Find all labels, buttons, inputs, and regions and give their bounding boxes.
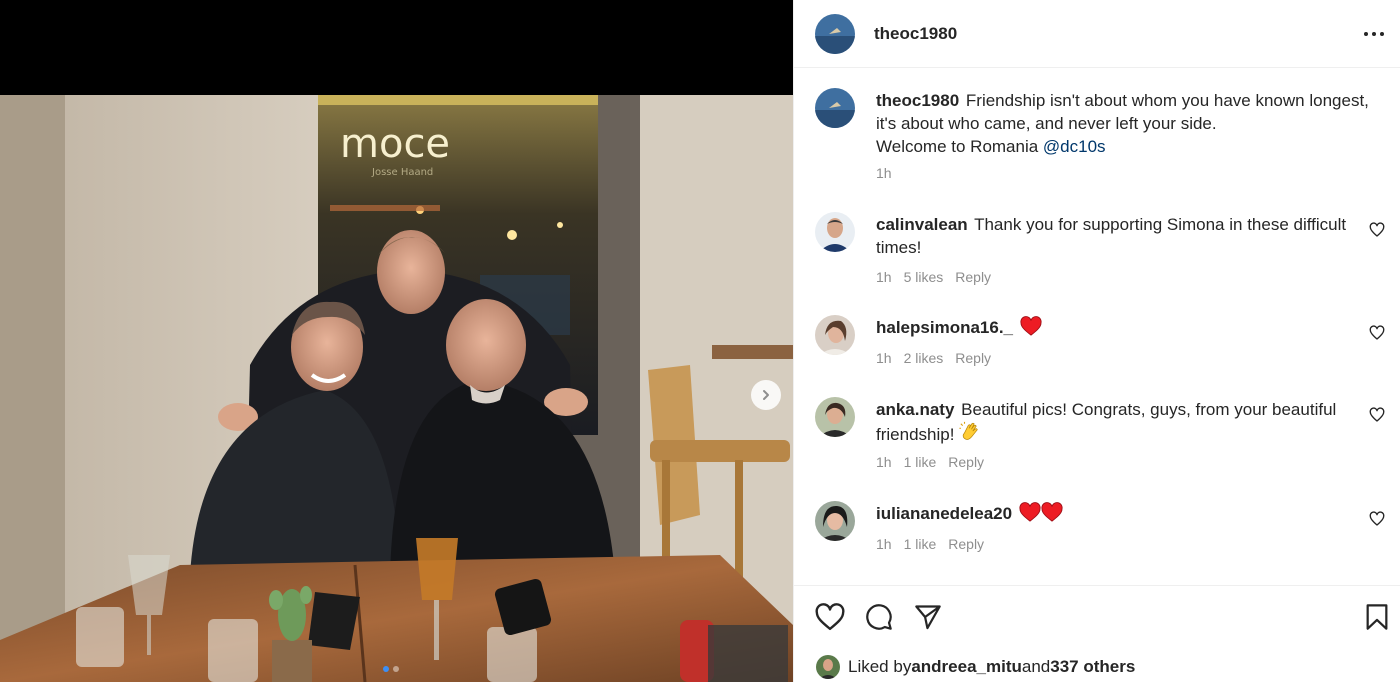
reply-button[interactable]: Reply <box>948 454 984 470</box>
comment-time[interactable]: 1h <box>876 350 892 366</box>
post-photo[interactable]: moce Josse Haand <box>0 95 793 682</box>
caption-username[interactable]: theoc1980 <box>876 91 959 110</box>
commenter-avatar[interactable] <box>815 212 855 252</box>
comment-username[interactable]: anka.naty <box>876 400 954 419</box>
comment-body: halepsimona16._ <box>876 316 1351 339</box>
red-heart-icon <box>1020 316 1042 336</box>
author-avatar[interactable] <box>815 88 855 128</box>
post-header: theoc1980 <box>794 0 1400 68</box>
commenter-avatar[interactable] <box>815 397 855 437</box>
reply-button[interactable]: Reply <box>948 536 984 552</box>
paper-plane-icon <box>915 605 941 630</box>
comment-bubble-icon <box>866 604 892 630</box>
like-comment-heart-icon[interactable] <box>1369 511 1385 527</box>
commenter-avatar[interactable] <box>815 501 855 541</box>
liker-avatar[interactable] <box>816 655 840 679</box>
caption-time[interactable]: 1h <box>876 165 892 181</box>
caption-body: theoc1980 Friendship isn't about whom yo… <box>876 89 1376 158</box>
share-button[interactable] <box>912 601 944 633</box>
caption-meta: 1h <box>876 165 892 181</box>
author-avatar[interactable] <box>815 13 855 54</box>
comment-body: iuliananedelea20 <box>876 502 1351 525</box>
comment-meta: 1h 1 like Reply <box>876 454 984 470</box>
mention-link[interactable]: @dc10s <box>1043 137 1106 156</box>
like-button[interactable] <box>814 601 846 633</box>
likes-others-count[interactable]: 337 others <box>1050 657 1135 677</box>
liked-by-middle: and <box>1021 657 1051 676</box>
comment-likes[interactable]: 2 likes <box>904 350 944 366</box>
comment-likes[interactable]: 1 like <box>904 454 937 470</box>
comment-likes[interactable]: 5 likes <box>904 269 944 285</box>
comments-list: theoc1980 Friendship isn't about whom yo… <box>794 69 1400 585</box>
comment-time[interactable]: 1h <box>876 536 892 552</box>
comment-body: anka.naty Beautiful pics! Congrats, guys… <box>876 398 1351 446</box>
author-username[interactable]: theoc1980 <box>874 24 957 44</box>
more-horizontal-icon <box>1364 32 1384 36</box>
like-comment-heart-icon[interactable] <box>1369 325 1385 341</box>
likes-summary: Liked by andreea_mitu and 337 others <box>816 655 1135 679</box>
more-options-button[interactable] <box>1362 22 1386 46</box>
comment-username[interactable]: halepsimona16._ <box>876 318 1013 337</box>
chevron-right-icon <box>763 390 769 400</box>
comment-body: calinvalean Thank you for supporting Sim… <box>876 213 1351 259</box>
comment-likes[interactable]: 1 like <box>904 536 937 552</box>
heart-icon <box>815 603 845 631</box>
liker-username[interactable]: andreea_mitu <box>911 657 1022 677</box>
bookmark-icon <box>1366 604 1388 630</box>
like-comment-heart-icon[interactable] <box>1369 407 1385 423</box>
comment-username[interactable]: iuliananedelea20 <box>876 504 1012 523</box>
comment-meta: 1h 1 like Reply <box>876 536 984 552</box>
comment-button[interactable] <box>863 601 895 633</box>
neon-sign: moce <box>340 121 450 167</box>
comment-time[interactable]: 1h <box>876 269 892 285</box>
comment-username[interactable]: calinvalean <box>876 215 968 234</box>
post-panel: theoc1980 theoc1980 Friendship isn't abo… <box>793 0 1400 682</box>
carousel-indicator <box>383 666 399 672</box>
reply-button[interactable]: Reply <box>955 269 991 285</box>
commenter-avatar[interactable] <box>815 315 855 355</box>
comment-meta: 1h 2 likes Reply <box>876 350 991 366</box>
like-comment-heart-icon[interactable] <box>1369 222 1385 238</box>
red-heart-icon <box>1041 502 1063 522</box>
comment-meta: 1h 5 likes Reply <box>876 269 991 285</box>
carousel-dot <box>393 666 399 672</box>
caption-text-2: Welcome to Romania <box>876 137 1043 156</box>
reply-button[interactable]: Reply <box>955 350 991 366</box>
save-button[interactable] <box>1361 601 1393 633</box>
red-heart-icon <box>1019 502 1041 522</box>
liked-by-prefix: Liked by <box>848 657 912 676</box>
comment-time[interactable]: 1h <box>876 454 892 470</box>
carousel-dot-active <box>383 666 389 672</box>
post-media: moce Josse Haand <box>0 0 793 682</box>
svg-text:Josse Haand: Josse Haand <box>371 167 433 178</box>
carousel-next-button[interactable] <box>751 380 781 410</box>
clapping-hands-icon <box>959 421 978 440</box>
